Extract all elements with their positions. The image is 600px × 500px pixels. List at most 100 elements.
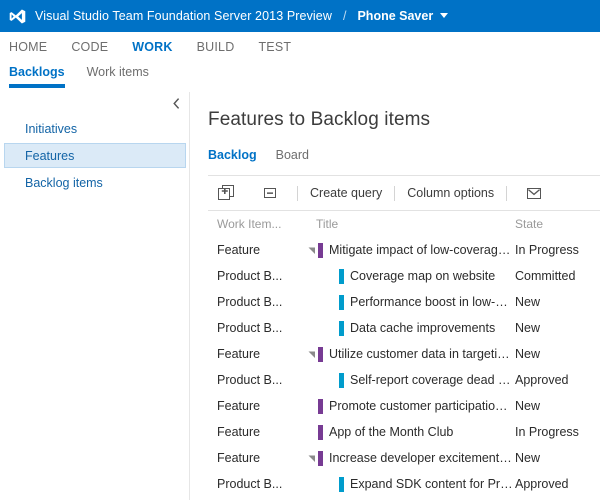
work-item-type-color-bar [318, 399, 323, 414]
cell-title: Increase developer excitement with D... [306, 445, 514, 471]
table-row[interactable]: Product B... Coverage map on website Commi… [208, 263, 600, 289]
expand-collapse-triangle-icon[interactable] [306, 237, 318, 263]
nav-item-code[interactable]: CODE [71, 40, 108, 54]
work-item-type-color-bar [339, 321, 344, 336]
toolbar-separator-3 [506, 186, 507, 201]
sidebar: Initiatives Features Backlog items [0, 92, 190, 500]
work-item-title-link[interactable]: Increase developer excitement with D... [329, 451, 514, 465]
sidebar-item-features[interactable]: Features [4, 143, 186, 168]
table-row[interactable]: Feature Increase developer excitement wit… [208, 445, 600, 471]
page-title: Features to Backlog items [208, 109, 600, 131]
email-glyph [526, 187, 542, 200]
work-item-type-color-bar [339, 295, 344, 310]
tab-backlogs[interactable]: Backlogs [9, 62, 65, 79]
email-icon[interactable] [519, 180, 549, 206]
work-item-title-link[interactable]: Mitigate impact of low-coverage areas [329, 243, 514, 257]
table-row[interactable]: Product B... Expand SDK content for Premi… [208, 471, 600, 497]
cell-state: In Progress [514, 425, 600, 439]
column-header-title[interactable]: Title [306, 217, 514, 231]
column-header-state[interactable]: State [514, 217, 600, 231]
table-row[interactable]: Product B... Performance boost in low-ban… [208, 289, 600, 315]
cell-state: New [514, 321, 600, 335]
top-header-bar: Visual Studio Team Foundation Server 201… [0, 0, 600, 32]
work-item-title-link[interactable]: Promote customer participation with... [329, 399, 514, 413]
work-item-type-color-bar [318, 451, 323, 466]
chevron-down-icon [440, 13, 448, 18]
work-item-type-color-bar [339, 477, 344, 492]
cell-title: Mitigate impact of low-coverage areas [306, 237, 514, 263]
work-item-type-color-bar [339, 269, 344, 284]
work-item-type-color-bar [339, 373, 344, 388]
nav-item-test[interactable]: TEST [258, 40, 291, 54]
table-row[interactable]: Feature Utilize customer data in targetin… [208, 341, 600, 367]
column-options-button[interactable]: Column options [407, 186, 494, 200]
work-item-title-link[interactable]: App of the Month Club [329, 425, 453, 439]
cell-work-item-type: Feature [208, 243, 306, 257]
cell-work-item-type: Feature [208, 347, 306, 361]
cell-state: Approved [514, 477, 600, 491]
project-selector[interactable]: Phone Saver [357, 9, 448, 23]
page-body: Initiatives Features Backlog items Featu… [0, 92, 600, 500]
work-item-title-link[interactable]: Self-report coverage dead zones [350, 373, 514, 387]
cell-work-item-type: Product B... [208, 295, 306, 309]
work-item-title-link[interactable]: Data cache improvements [350, 321, 495, 335]
pivot-backlog[interactable]: Backlog [208, 148, 257, 162]
cell-title: Expand SDK content for Premium... [306, 477, 514, 492]
cell-work-item-type: Product B... [208, 321, 306, 335]
expand-collapse-triangle-icon[interactable] [306, 445, 318, 471]
product-name: Visual Studio Team Foundation Server 201… [35, 9, 332, 23]
work-item-title-link[interactable]: Utilize customer data in targeting exp..… [329, 347, 514, 361]
work-item-title-link[interactable]: Coverage map on website [350, 269, 495, 283]
grid-body: Feature Mitigate impact of low-coverage a… [208, 237, 600, 497]
cell-title: Performance boost in low-bandwi... [306, 295, 514, 310]
work-item-type-color-bar [318, 425, 323, 440]
column-header-work-item-type[interactable]: Work Item... [208, 217, 306, 231]
table-row[interactable]: Product B... Data cache improvements New [208, 315, 600, 341]
table-row[interactable]: Product B...Self-report coverage dead zo… [208, 367, 600, 393]
chevron-left-icon[interactable] [169, 98, 183, 112]
collapse-all-glyph [263, 186, 277, 200]
work-item-type-color-bar [318, 243, 323, 258]
backlog-grid: Work Item... Title State Feature Mitigate… [208, 211, 600, 497]
cell-state: New [514, 295, 600, 309]
cell-title: App of the Month Club [306, 425, 514, 440]
sidebar-item-backlog-items[interactable]: Backlog items [4, 170, 186, 195]
work-item-title-link[interactable]: Expand SDK content for Premium... [350, 477, 514, 491]
table-row[interactable]: Feature App of the Month Club In Progress [208, 419, 600, 445]
nav-item-build[interactable]: BUILD [197, 40, 235, 54]
cell-title: Utilize customer data in targeting exp..… [306, 341, 514, 367]
pivot-board[interactable]: Board [276, 148, 309, 162]
cell-work-item-type: Feature [208, 425, 306, 439]
sidebar-item-initiatives[interactable]: Initiatives [4, 116, 186, 141]
cell-work-item-type: Product B... [208, 269, 306, 283]
cell-work-item-type: Feature [208, 451, 306, 465]
sidebar-list: Initiatives Features Backlog items [0, 116, 190, 195]
header-separator: / [343, 9, 346, 23]
grid-toolbar: Create query Column options [208, 176, 600, 211]
secondary-navigation: Backlogs Work items [0, 62, 600, 92]
create-query-button[interactable]: Create query [310, 186, 382, 200]
new-item-icon[interactable] [211, 180, 241, 206]
cell-state: Committed [514, 269, 600, 283]
visual-studio-logo [9, 8, 26, 25]
table-row[interactable]: Feature Promote customer participation wi… [208, 393, 600, 419]
collapse-all-icon[interactable] [255, 180, 285, 206]
cell-title: Promote customer participation with... [306, 399, 514, 414]
expand-collapse-triangle-icon[interactable] [306, 341, 318, 367]
sidebar-item-label: Initiatives [25, 122, 77, 136]
cell-work-item-type: Product B... [208, 477, 306, 491]
cell-state: New [514, 399, 600, 413]
work-item-title-link[interactable]: Performance boost in low-bandwi... [350, 295, 514, 309]
nav-item-home[interactable]: HOME [9, 40, 47, 54]
cell-work-item-type: Feature [208, 399, 306, 413]
sidebar-item-label: Backlog items [25, 176, 103, 190]
nav-item-work[interactable]: WORK [132, 40, 172, 54]
table-row[interactable]: Feature Mitigate impact of low-coverage a… [208, 237, 600, 263]
cell-state: In Progress [514, 243, 600, 257]
cell-state: Approved [514, 373, 600, 387]
work-item-type-color-bar [318, 347, 323, 362]
primary-navigation: HOME CODE WORK BUILD TEST [0, 32, 600, 62]
project-name: Phone Saver [357, 9, 433, 23]
grid-header-row: Work Item... Title State [208, 211, 600, 237]
tab-work-items[interactable]: Work items [87, 62, 149, 79]
